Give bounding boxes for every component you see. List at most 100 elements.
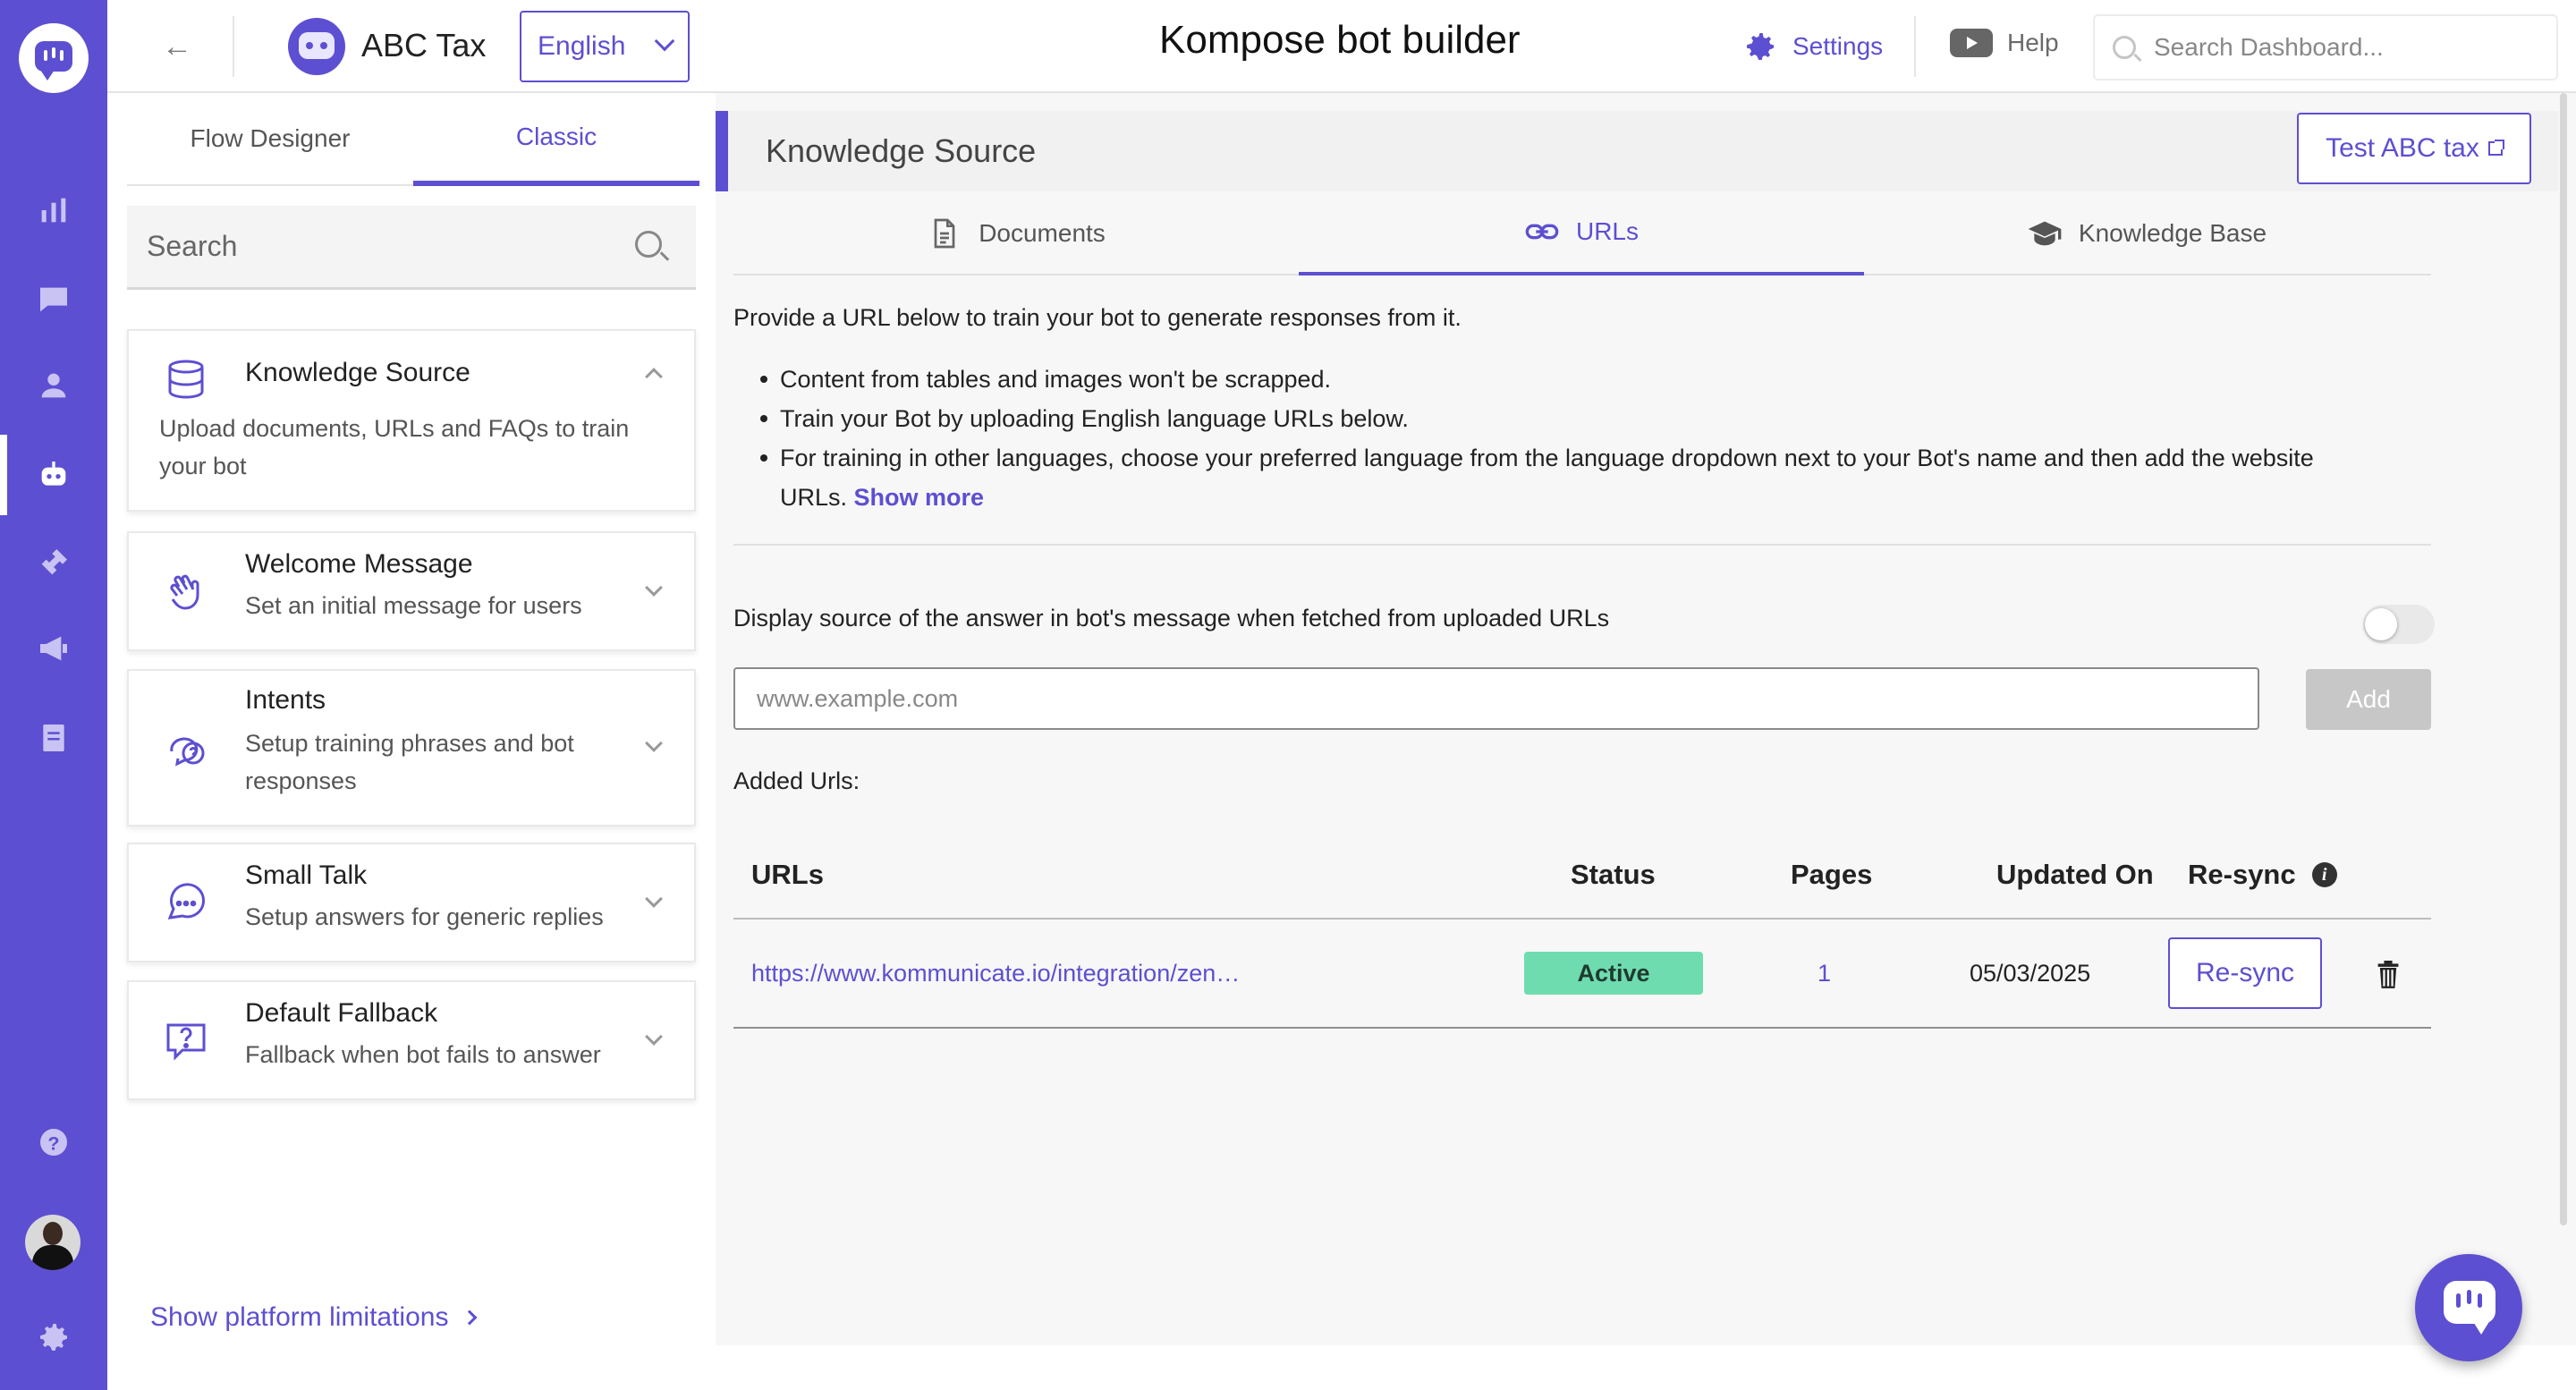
integrations-nav[interactable] (0, 522, 107, 603)
test-bot-label: Test ABC tax (2326, 133, 2479, 163)
show-platform-limitations-link[interactable]: Show platform limitations (150, 1302, 478, 1333)
app-logo-icon[interactable] (19, 23, 89, 93)
chevron-up-icon[interactable] (645, 368, 663, 386)
card-description: Fallback when bot fails to answer (245, 1041, 601, 1068)
document-icon (43, 725, 64, 751)
resync-cell: Re-sync (2168, 920, 2322, 1027)
bot-name: ABC Tax (361, 27, 487, 64)
settings-nav[interactable] (0, 1297, 107, 1377)
col-header-status: Status (1571, 859, 1656, 890)
knowledge-tabs: Documents URLs Knowledge Base (733, 191, 2431, 275)
chevron-down-icon[interactable] (645, 890, 663, 908)
gear-icon (40, 1324, 67, 1351)
reports-nav[interactable] (0, 698, 107, 778)
card-description: Upload documents, URLs and FAQs to train… (159, 415, 630, 479)
left-search-input[interactable]: Search (127, 206, 696, 290)
resync-button[interactable]: Re-sync (2168, 937, 2322, 1009)
tab-classic[interactable]: Classic (413, 93, 699, 186)
divider (733, 544, 2431, 546)
video-play-icon (1950, 29, 1993, 57)
card-title: Knowledge Source (245, 358, 470, 387)
card-title: Small Talk (245, 860, 368, 890)
conversations-nav[interactable] (0, 259, 107, 340)
external-link-icon (2487, 140, 2504, 156)
settings-link[interactable]: Settings (1742, 29, 1883, 64)
url-link[interactable]: https://www.kommunicate.io/integration/z… (751, 920, 1240, 1027)
bot-nav[interactable] (0, 435, 107, 515)
builder-mode-tabs: Flow Designer Classic (127, 93, 699, 186)
chevron-down-icon[interactable] (645, 579, 663, 597)
chevron-down-icon[interactable] (645, 1028, 663, 1046)
card-description: Setup training phrases and bot responses (245, 730, 574, 794)
users-icon (41, 373, 66, 398)
updated-date: 05/03/2025 (1970, 959, 2091, 987)
add-url-button[interactable]: Add (2306, 669, 2431, 730)
card-small-talk[interactable]: Small Talk Setup answers for generic rep… (127, 843, 696, 962)
tab-label: Documents (979, 219, 1106, 247)
show-more-link[interactable]: Show more (854, 484, 985, 511)
table-header: URLs Status Pages Updated On Re-sync i (733, 832, 2431, 920)
url-input[interactable]: www.example.com (733, 667, 2259, 730)
bar-chart-icon (41, 198, 66, 223)
left-panel: Flow Designer Classic Search Knowledge S… (107, 93, 716, 1390)
left-rail: ? (0, 0, 107, 1390)
tab-knowledge-base[interactable]: Knowledge Base (1864, 191, 2429, 275)
help-label: Help (2007, 29, 2059, 56)
campaigns-nav[interactable] (0, 608, 107, 689)
link-icon (1525, 224, 1559, 240)
card-intents[interactable]: Intents Setup training phrases and bot r… (127, 669, 696, 826)
user-avatar[interactable] (25, 1215, 80, 1270)
trash-icon[interactable] (2376, 961, 2399, 988)
intro-text: Provide a URL below to train your bot to… (733, 304, 1462, 331)
list-item: Content from tables and images won't be … (733, 360, 2343, 399)
section-header: Knowledge Source Test ABC tax (716, 111, 2558, 191)
toggle-knob (2365, 608, 2397, 640)
bot-avatar-icon (288, 18, 345, 75)
search-icon (635, 231, 662, 258)
card-knowledge-source[interactable]: Knowledge Source Upload documents, URLs … (127, 329, 696, 512)
chat-icon (2444, 1281, 2496, 1335)
card-default-fallback[interactable]: Default Fallback Fallback when bot fails… (127, 980, 696, 1100)
card-title: Welcome Message (245, 549, 473, 579)
card-description: Setup answers for generic replies (245, 903, 604, 930)
back-arrow-icon[interactable]: ← (152, 21, 202, 72)
pages-count[interactable]: 1 (1818, 920, 1831, 1027)
help-nav[interactable]: ? (0, 1102, 107, 1182)
dashboard-search-input[interactable]: Search Dashboard... (2093, 14, 2558, 81)
language-dropdown[interactable]: English (520, 11, 690, 82)
top-bar: ← ABC Tax English Kompose bot builder Se… (107, 0, 2576, 93)
help-link[interactable]: Help (1950, 29, 2059, 57)
tab-flow-designer[interactable]: Flow Designer (127, 93, 413, 186)
chevron-down-icon[interactable] (645, 734, 663, 752)
dashboard-search-placeholder: Search Dashboard... (2154, 33, 2384, 61)
display-source-toggle[interactable] (2363, 605, 2435, 644)
test-bot-button[interactable]: Test ABC tax (2297, 113, 2531, 184)
chat-widget-button[interactable] (2415, 1254, 2522, 1361)
card-description: Set an initial message for users (245, 592, 582, 619)
wave-hand-icon (163, 569, 209, 615)
instructions-list: Content from tables and images won't be … (733, 360, 2343, 517)
users-nav[interactable] (0, 345, 107, 426)
tab-urls[interactable]: URLs (1299, 191, 1864, 275)
chevron-right-icon (462, 1309, 478, 1326)
tab-label: URLs (1575, 217, 1639, 245)
scrollbar[interactable] (2560, 93, 2567, 1225)
info-icon[interactable]: i (2311, 862, 2337, 887)
col-header-pages: Pages (1791, 859, 1873, 890)
analytics-nav[interactable] (0, 170, 107, 250)
card-title: Intents (245, 685, 326, 715)
delete-cell (2376, 920, 2399, 1027)
page-title: Kompose bot builder (1159, 18, 1521, 62)
ellipsis-chat-icon (163, 880, 209, 927)
card-title: Default Fallback (245, 998, 438, 1028)
chat-icon (40, 287, 67, 312)
tab-documents[interactable]: Documents (733, 191, 1299, 275)
settings-label: Settings (1792, 32, 1884, 60)
svg-text:?: ? (47, 1131, 59, 1154)
divider (233, 16, 234, 77)
tab-label: Knowledge Base (2078, 219, 2267, 247)
card-welcome-message[interactable]: Welcome Message Set an initial message f… (127, 531, 696, 651)
gear-icon (1747, 33, 1774, 60)
list-item: Train your Bot by uploading English lang… (733, 399, 2343, 438)
list-item: For training in other languages, choose … (733, 438, 2343, 517)
